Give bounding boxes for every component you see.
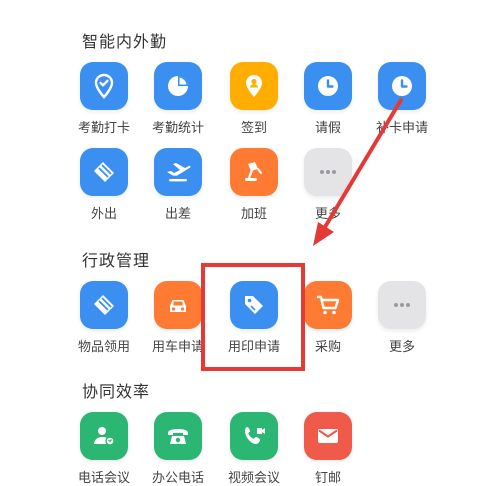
map-pin-person-icon [230,62,278,110]
app-label: 出差 [164,207,191,222]
app-label: 钉邮 [314,471,341,486]
app-attendance-checkin[interactable]: 考勤打卡 [69,62,139,136]
app-conference-call[interactable]: 电话会议 [69,412,139,486]
app-overtime[interactable]: 加班 [219,148,289,222]
app-label: 更多 [314,207,341,222]
app-more-admin[interactable]: 更多 [367,281,437,355]
shopping-cart-icon [304,281,352,329]
app-label: 采购 [314,340,341,355]
app-more-field-work[interactable]: 更多 [293,148,363,222]
diamond-stack-icon [80,281,128,329]
section-title-collaboration: 协同效率 [82,382,151,401]
app-purchase[interactable]: 采购 [293,281,363,355]
app-go-out[interactable]: 外出 [69,148,139,222]
app-ding-mail[interactable]: 钉邮 [293,412,363,486]
app-office-phone[interactable]: 办公电话 [143,412,213,486]
app-label: 外出 [90,207,117,222]
app-label: 请假 [314,121,341,136]
app-label: 考勤打卡 [77,121,130,136]
section-title-admin: 行政管理 [82,251,151,270]
app-label: 考勤统计 [151,121,204,136]
car-icon [154,281,202,329]
person-phone-icon [80,412,128,460]
app-vehicle-request[interactable]: 用车申请 [143,281,213,355]
app-label: 加班 [240,207,267,222]
app-label: 视频会议 [227,471,280,486]
mail-icon [304,412,352,460]
app-label: 用印申请 [227,340,280,355]
app-missed-punch-request[interactable]: 补卡申请 [367,62,437,136]
telephone-icon [154,412,202,460]
app-item-requisition[interactable]: 物品领用 [69,281,139,355]
app-business-trip[interactable]: 出差 [143,148,213,222]
app-sign-in[interactable]: 签到 [219,62,289,136]
airplane-icon [154,148,202,196]
desk-lamp-icon [230,148,278,196]
pie-chart-icon [154,62,202,110]
app-label: 电话会议 [77,471,130,486]
app-label: 补卡申请 [375,121,428,136]
app-label: 更多 [388,340,415,355]
app-label: 签到 [240,121,267,136]
stamp-tag-icon [230,281,278,329]
app-label: 办公电话 [151,471,204,486]
app-label: 物品领用 [77,340,130,355]
location-check-icon [80,62,128,110]
app-attendance-stats[interactable]: 考勤统计 [143,62,213,136]
clock-icon [378,62,426,110]
ellipsis-icon [378,281,426,329]
diamond-stack-icon [80,148,128,196]
video-call-icon [230,412,278,460]
clock-icon [304,62,352,110]
app-leave-request[interactable]: 请假 [293,62,363,136]
annotation-arrow-head [313,222,334,246]
ellipsis-icon [304,148,352,196]
app-label: 用车申请 [151,340,204,355]
app-seal-request[interactable]: 用印申请 [219,281,289,355]
app-video-conference[interactable]: 视频会议 [219,412,289,486]
section-title-field-work: 智能内外勤 [82,32,168,51]
